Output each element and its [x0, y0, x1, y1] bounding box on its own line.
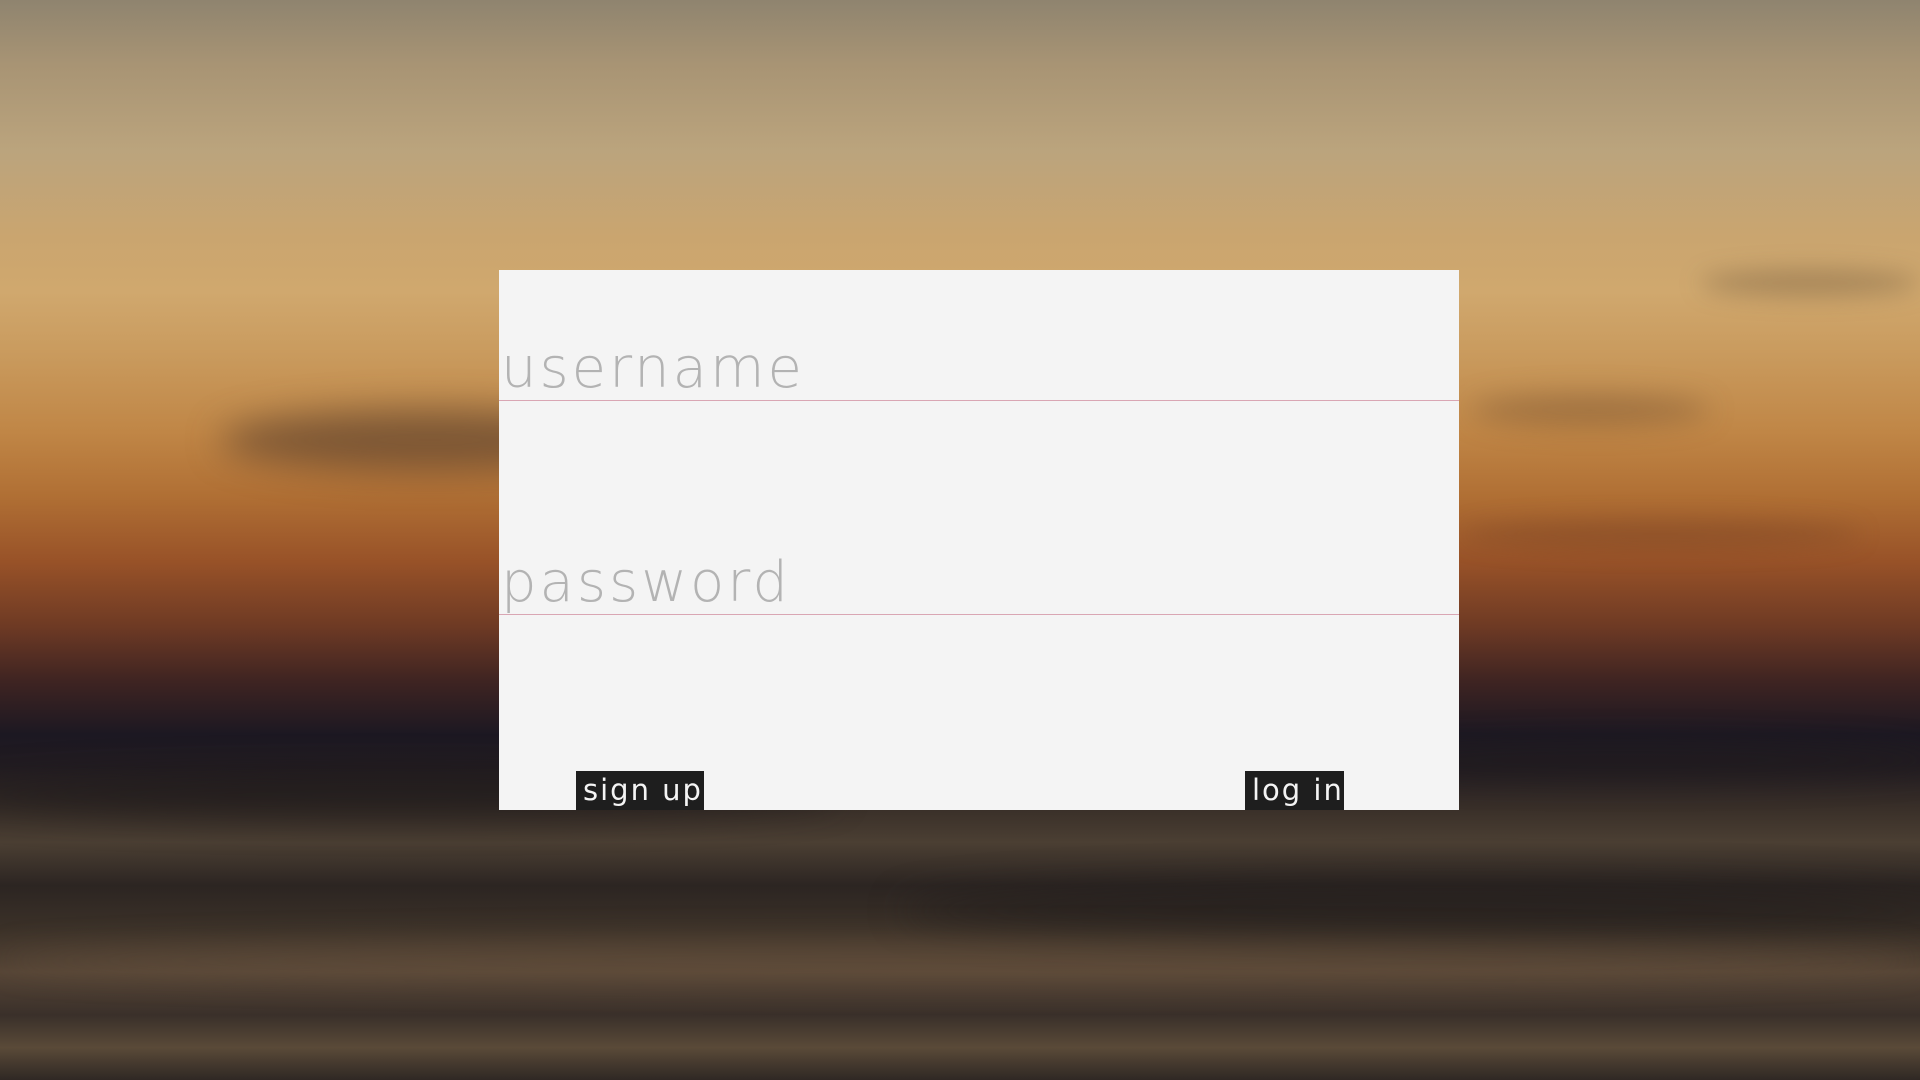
background-streak — [1470, 395, 1710, 425]
log-in-button[interactable]: log in — [1245, 771, 1344, 810]
background-streak — [1700, 270, 1920, 296]
username-field-wrapper — [499, 336, 1459, 401]
background-streak — [1460, 520, 1860, 548]
background-streak — [900, 880, 1920, 940]
background-streak — [0, 940, 1920, 980]
password-input[interactable] — [499, 550, 1459, 614]
sign-up-button[interactable]: sign up — [576, 771, 704, 810]
username-input[interactable] — [499, 336, 1459, 400]
password-field-wrapper — [499, 550, 1459, 615]
